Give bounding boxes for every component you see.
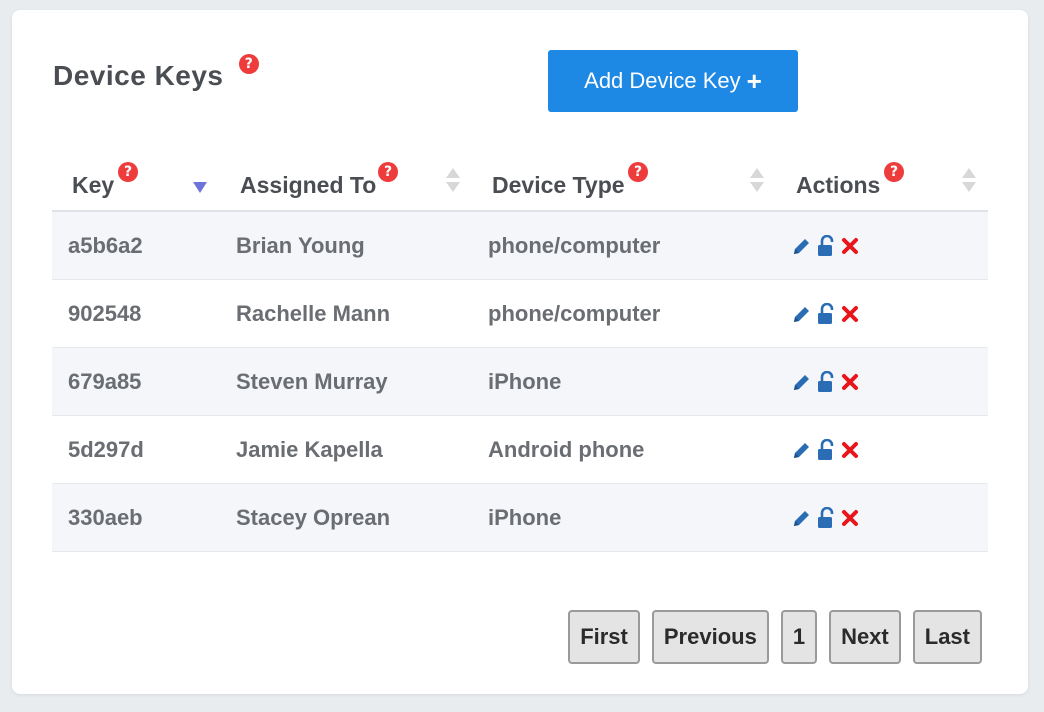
page-title-text: Device Keys (53, 60, 224, 91)
column-header-label: Assigned To (240, 171, 377, 198)
help-icon[interactable]: ? (884, 162, 904, 182)
key-cell: 902548 (68, 301, 142, 326)
pencil-icon[interactable] (790, 438, 814, 462)
help-icon[interactable]: ? (378, 162, 398, 182)
unlock-icon[interactable] (814, 506, 838, 530)
pencil-icon[interactable] (790, 370, 814, 394)
delete-x-icon[interactable] (838, 506, 862, 530)
device-keys-table: Key ? Assigned To ? Device Type ? Action… (52, 160, 988, 552)
pencil-icon[interactable] (790, 302, 814, 326)
last-page-button[interactable]: Last (912, 610, 982, 664)
column-header-label: Actions (796, 171, 881, 198)
unlock-icon[interactable] (814, 302, 838, 326)
key-cell: 330aeb (68, 505, 143, 530)
key-cell: 679a85 (68, 369, 142, 394)
delete-x-icon[interactable] (838, 302, 862, 326)
help-icon[interactable]: ? (239, 54, 259, 74)
table-row: 902548 Rachelle Mann phone/computer (52, 280, 988, 348)
row-actions (790, 370, 862, 394)
row-actions (790, 234, 862, 258)
sort-descending-icon[interactable] (193, 182, 207, 193)
table-row: 679a85 Steven Murray iPhone (52, 348, 988, 416)
add-device-key-label: Add Device Key (584, 68, 741, 93)
column-header-label: Device Type (492, 171, 625, 198)
key-cell: 5d297d (68, 437, 144, 462)
row-actions (790, 438, 862, 462)
delete-x-icon[interactable] (838, 438, 862, 462)
column-header-assigned-to[interactable]: Assigned To ? (240, 162, 398, 200)
table-body: a5b6a2 Brian Young phone/computer 902548… (52, 212, 988, 552)
key-cell: a5b6a2 (68, 233, 143, 258)
add-device-key-button[interactable]: Add Device Key + (548, 50, 798, 112)
sort-toggle-icon[interactable] (750, 166, 764, 194)
sort-toggle-icon[interactable] (962, 166, 976, 194)
assigned-to-cell: Rachelle Mann (236, 301, 391, 326)
unlock-icon[interactable] (814, 438, 838, 462)
plus-icon: + (746, 66, 762, 96)
table-row: 5d297d Jamie Kapella Android phone (52, 416, 988, 484)
table-row: a5b6a2 Brian Young phone/computer (52, 212, 988, 280)
pagination: First Previous 1 Next Last (568, 610, 982, 664)
device-type-cell: iPhone (488, 369, 562, 394)
table-header: Key ? Assigned To ? Device Type ? Action… (52, 160, 988, 212)
device-type-cell: Android phone (488, 437, 645, 462)
unlock-icon[interactable] (814, 234, 838, 258)
previous-page-button[interactable]: Previous (651, 610, 769, 664)
device-type-cell: phone/computer (488, 301, 661, 326)
first-page-button[interactable]: First (568, 610, 640, 664)
help-icon[interactable]: ? (118, 162, 138, 182)
column-header-actions[interactable]: Actions ? (796, 162, 904, 200)
device-type-cell: iPhone (488, 505, 562, 530)
sort-toggle-icon[interactable] (446, 166, 460, 194)
next-page-button[interactable]: Next (829, 610, 901, 664)
assigned-to-cell: Steven Murray (236, 369, 388, 394)
pencil-icon[interactable] (790, 506, 814, 530)
delete-x-icon[interactable] (838, 370, 862, 394)
assigned-to-cell: Stacey Oprean (236, 505, 391, 530)
assigned-to-cell: Jamie Kapella (236, 437, 383, 462)
row-actions (790, 506, 862, 530)
page-title: Device Keys ? (53, 54, 259, 92)
delete-x-icon[interactable] (838, 234, 862, 258)
row-actions (790, 302, 862, 326)
table-row: 330aeb Stacey Oprean iPhone (52, 484, 988, 552)
device-type-cell: phone/computer (488, 233, 661, 258)
column-header-key[interactable]: Key ? (72, 162, 138, 200)
column-header-label: Key (72, 171, 115, 198)
pencil-icon[interactable] (790, 234, 814, 258)
assigned-to-cell: Brian Young (236, 233, 365, 258)
column-header-device-type[interactable]: Device Type ? (492, 162, 648, 200)
help-icon[interactable]: ? (628, 162, 648, 182)
current-page-button[interactable]: 1 (780, 610, 818, 664)
device-keys-card: Device Keys ? Add Device Key + Key ? Ass… (12, 10, 1028, 694)
unlock-icon[interactable] (814, 370, 838, 394)
